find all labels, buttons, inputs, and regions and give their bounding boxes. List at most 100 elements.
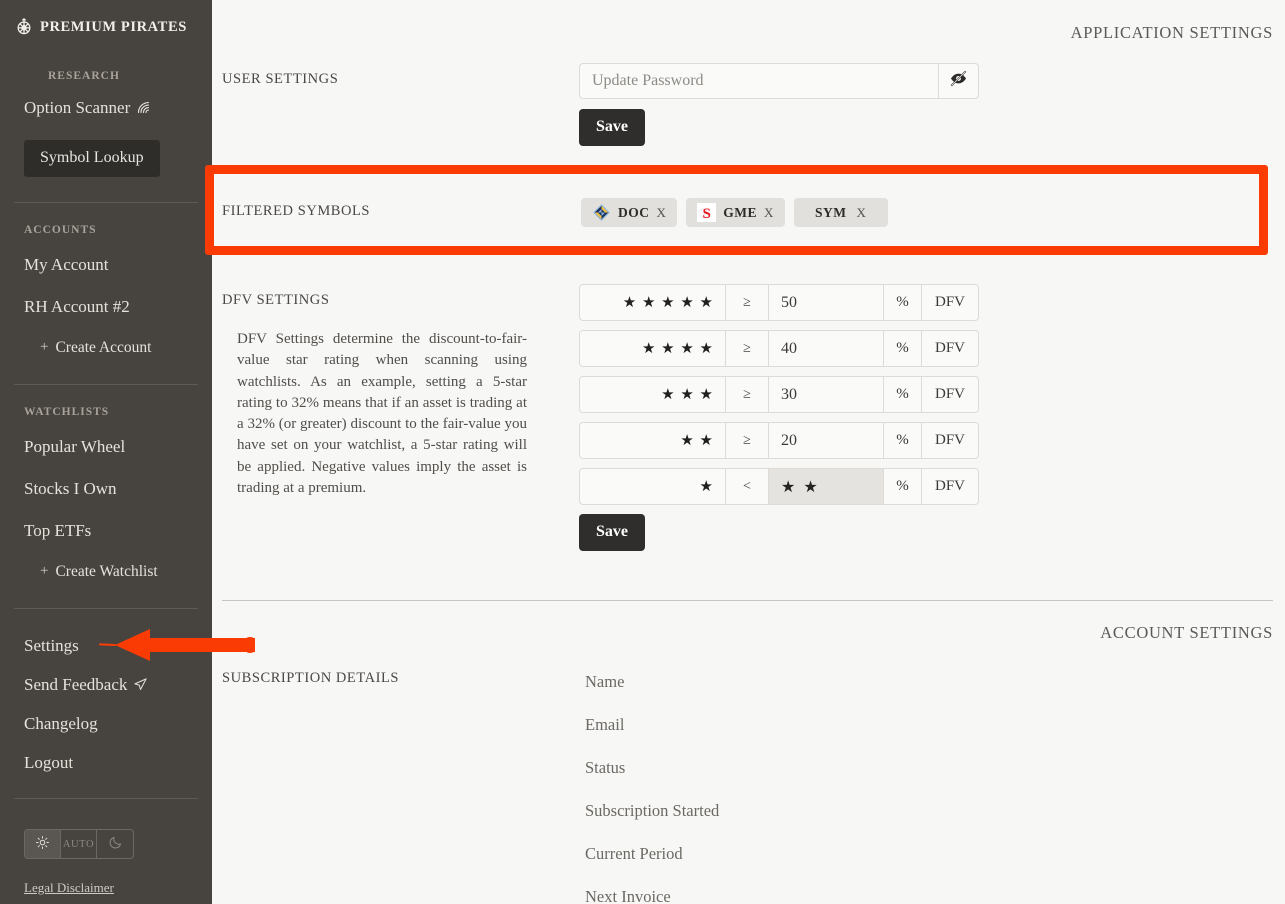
dfv-percent-2: % — [884, 422, 922, 459]
dfv-row-3-star: ★ ★ ★ ≥ 30 % DFV — [579, 376, 979, 413]
page-title-application-settings: APPLICATION SETTINGS — [1070, 23, 1273, 42]
dfv-percent-5: % — [884, 284, 922, 321]
subscription-field-name: Name — [585, 672, 625, 691]
filtered-symbol-chip-sym[interactable]: SYM X — [793, 198, 888, 227]
moon-icon — [108, 835, 123, 853]
dfv-row-4-star: ★ ★ ★ ★ ≥ 40 % DFV — [579, 330, 979, 367]
sidebar-section-accounts-label: ACCOUNTS — [24, 224, 97, 236]
filtered-symbol-chip-gme[interactable]: G S GME X — [686, 198, 785, 227]
brand-name: PREMIUM PIRATES — [40, 18, 187, 35]
svg-text:S: S — [703, 206, 711, 222]
dfv-unit-3: DFV — [922, 376, 979, 413]
toggle-password-visibility-button[interactable] — [938, 63, 979, 99]
sidebar-item-settings[interactable]: Settings — [24, 637, 79, 654]
subscription-field-status: Status — [585, 758, 626, 777]
dfv-operator-2: ≥ — [726, 422, 769, 459]
dfv-operator-4: ≥ — [726, 330, 769, 367]
subscription-field-subscription-started: Subscription Started — [585, 801, 720, 820]
update-password-group — [579, 63, 979, 99]
ship-wheel-icon — [14, 17, 34, 37]
dfv-value-input-1: ★ ★ — [769, 468, 884, 505]
dfv-operator-1: < — [726, 468, 769, 505]
dfv-row-1-star: ★ < ★ ★ % DFV — [579, 468, 979, 505]
subscription-details-label: SUBSCRIPTION DETAILS — [222, 670, 400, 686]
paper-plane-icon — [133, 677, 148, 692]
sidebar-item-create-account[interactable]: + Create Account — [24, 340, 151, 356]
sidebar-item-option-scanner[interactable]: Option Scanner — [24, 99, 151, 116]
filtered-symbol-chip-doc[interactable]: DOC X — [581, 198, 678, 227]
sidebar-item-popular-wheel[interactable]: Popular Wheel — [24, 438, 125, 455]
chip-symbol-label: DOC — [618, 204, 650, 220]
app-root: PREMIUM PIRATES RESEARCH Option Scanner — [0, 0, 1285, 904]
subscription-field-email: Email — [585, 715, 625, 734]
sidebar-section-research-label: RESEARCH — [48, 70, 120, 82]
sidebar-item-create-watchlist[interactable]: + Create Watchlist — [24, 564, 158, 580]
sidebar-divider-1 — [14, 202, 198, 203]
dfv-value-input-4[interactable]: 40 — [769, 330, 884, 367]
doc-diamond-logo-icon — [592, 203, 611, 222]
sidebar-item-send-feedback[interactable]: Send Feedback — [24, 676, 148, 693]
sidebar-divider-3 — [14, 608, 198, 609]
eye-slash-icon — [949, 69, 968, 93]
sidebar-divider-4 — [14, 798, 198, 799]
dfv-settings-label: DFV SETTINGS — [222, 292, 330, 308]
remove-chip-gme-button[interactable]: X — [764, 205, 774, 221]
dfv-stars-3: ★ ★ ★ — [579, 376, 726, 413]
sidebar-item-stocks-i-own[interactable]: Stocks I Own — [24, 480, 117, 497]
main-content: APPLICATION SETTINGS USER SETTINGS Updat… — [212, 0, 1285, 904]
radar-scan-icon — [136, 100, 151, 115]
update-password-input[interactable] — [579, 63, 938, 99]
subscription-field-next-invoice: Next Invoice — [585, 887, 671, 904]
sidebar-item-label-create-account: Create Account — [55, 339, 152, 356]
dfv-percent-4: % — [884, 330, 922, 367]
subscription-field-current-period: Current Period — [585, 844, 683, 863]
sidebar-item-changelog[interactable]: Changelog — [24, 715, 98, 732]
theme-auto-button[interactable]: AUTO — [61, 830, 97, 858]
save-password-button[interactable]: Save — [579, 109, 645, 146]
legal-disclaimer-link[interactable]: Legal Disclaimer — [24, 880, 114, 895]
sidebar-item-label-option-scanner: Option Scanner — [24, 98, 131, 117]
sidebar-item-label-send-feedback: Send Feedback — [24, 675, 128, 694]
dfv-unit-4: DFV — [922, 330, 979, 367]
sun-icon — [35, 835, 50, 853]
dfv-unit-5: DFV — [922, 284, 979, 321]
dfv-rows: ★ ★ ★ ★ ★ ≥ 50 % DFV ★ ★ ★ ★ ≥ 40 % DFV … — [579, 284, 979, 514]
sidebar-section-watchlists-label: WATCHLISTS — [24, 406, 110, 418]
plus-icon: + — [40, 339, 49, 356]
dfv-value-input-3[interactable]: 30 — [769, 376, 884, 413]
chip-symbol-label: GME — [723, 204, 757, 220]
theme-toggle[interactable]: AUTO — [24, 829, 134, 859]
dfv-unit-2: DFV — [922, 422, 979, 459]
dfv-value-input-2[interactable]: 20 — [769, 422, 884, 459]
sidebar-item-logout[interactable]: Logout — [24, 754, 73, 771]
chip-symbol-label: SYM — [815, 204, 847, 220]
sidebar-item-rh-account-2[interactable]: RH Account #2 — [24, 298, 130, 315]
section-divider — [222, 600, 1273, 601]
sidebar-item-label-create-watchlist: Create Watchlist — [55, 563, 158, 580]
dfv-value-input-5[interactable]: 50 — [769, 284, 884, 321]
user-settings-label: USER SETTINGS — [222, 71, 339, 87]
dfv-row-2-star: ★ ★ ≥ 20 % DFV — [579, 422, 979, 459]
symbol-lookup-button[interactable]: Symbol Lookup — [24, 140, 160, 177]
dfv-row-5-star: ★ ★ ★ ★ ★ ≥ 50 % DFV — [579, 284, 979, 321]
gme-gs-logo-icon: G S — [697, 203, 717, 222]
dfv-operator-5: ≥ — [726, 284, 769, 321]
brand-logo[interactable]: PREMIUM PIRATES — [0, 0, 212, 37]
remove-chip-sym-button[interactable]: X — [857, 205, 867, 221]
dfv-operator-3: ≥ — [726, 376, 769, 413]
sidebar-divider-2 — [14, 384, 198, 385]
filtered-symbols-label: FILTERED SYMBOLS — [222, 203, 371, 219]
dfv-settings-description: DFV Settings determine the discount-to-f… — [237, 331, 527, 497]
sidebar-item-top-etfs[interactable]: Top ETFs — [24, 522, 91, 539]
theme-dark-button[interactable] — [97, 830, 133, 858]
remove-chip-doc-button[interactable]: X — [657, 205, 667, 221]
save-dfv-settings-button[interactable]: Save — [579, 514, 645, 551]
page-title-account-settings: ACCOUNT SETTINGS — [1100, 623, 1273, 642]
dfv-percent-1: % — [884, 468, 922, 505]
dfv-stars-2: ★ ★ — [579, 422, 726, 459]
dfv-unit-1: DFV — [922, 468, 979, 505]
dfv-percent-3: % — [884, 376, 922, 413]
theme-light-button[interactable] — [25, 830, 61, 858]
sidebar-item-my-account[interactable]: My Account — [24, 256, 109, 273]
filtered-symbols-chips: DOC X G S GME X SYM X — [581, 198, 888, 227]
